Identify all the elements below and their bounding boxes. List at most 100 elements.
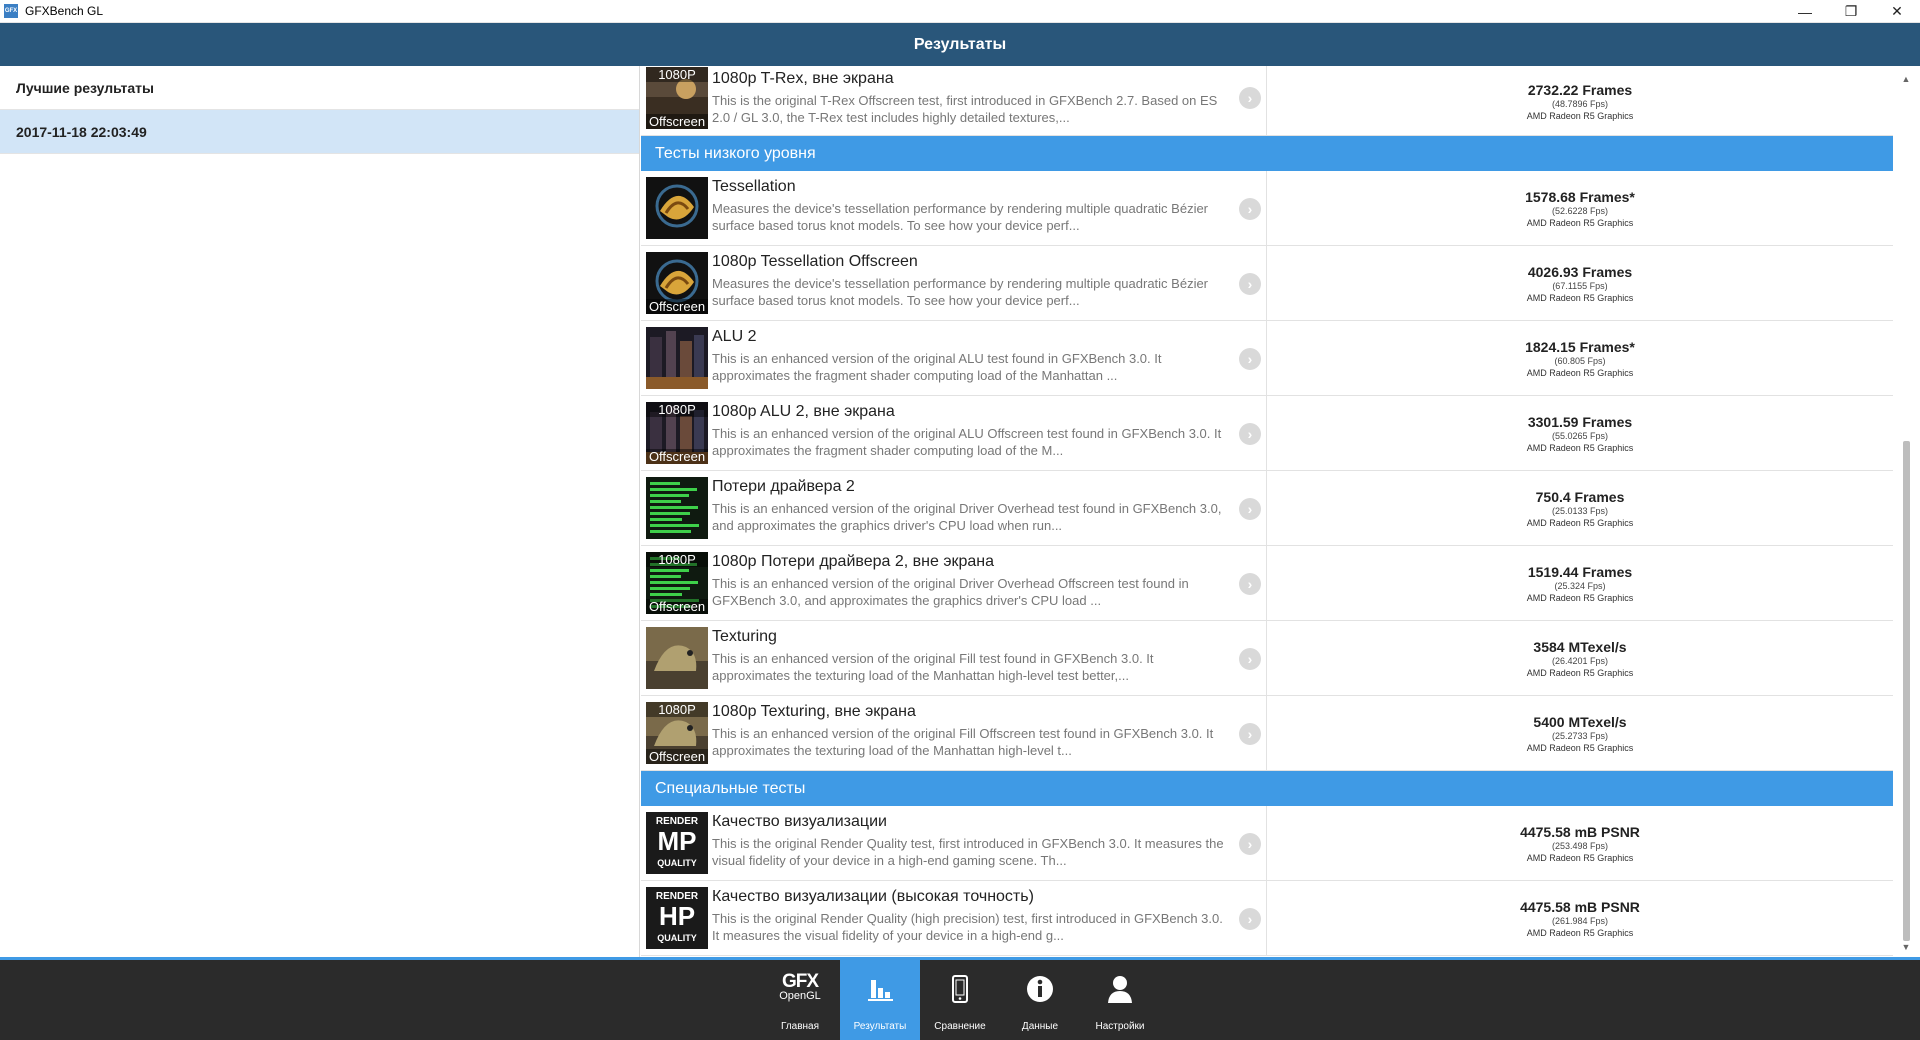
restore-button[interactable]: ❐ [1828, 0, 1874, 23]
chevron-right-icon[interactable]: › [1239, 198, 1261, 220]
test-name: Tessellation [712, 178, 796, 195]
test-name: Качество визуализации (высокая точность) [712, 888, 1034, 905]
result-row[interactable]: RENDER HP QUALITY Качество визуализации (вы… [641, 881, 1893, 956]
test-description: This is an enhanced version of the origi… [712, 426, 1222, 458]
result-row[interactable]: 1080P Offscreen 1080p Texturing, вне экран… [641, 696, 1893, 771]
scroll-up-icon[interactable]: ▲ [1899, 72, 1913, 86]
result-info: 1080P Offscreen 1080p T-Rex, вне экрана … [641, 66, 1267, 135]
result-row[interactable]: ALU 2 This is an enhanced version of the … [641, 321, 1893, 396]
result-row[interactable]: Tessellation Measures the device's tessel… [641, 171, 1893, 246]
fps-value: (253.498 Fps) [1551, 841, 1609, 851]
result-row[interactable]: RENDER MP QUALITY Качество визуализации This… [641, 806, 1893, 881]
test-name: 1080p Texturing, вне экрана [712, 703, 916, 720]
nav-label: Данные [1021, 1021, 1059, 1032]
nav-settings[interactable]: Настройки [1080, 960, 1160, 1040]
result-row[interactable]: Потери драйвера 2 This is an enhanced ver… [641, 471, 1893, 546]
minimize-button[interactable]: — [1782, 0, 1828, 23]
offscreen-tag: Offscreen [646, 449, 708, 464]
results-sidebar: Лучшие результаты 2017-11-18 22:03:49 [0, 66, 640, 960]
phone-icon [920, 974, 1000, 1004]
result-score: 3301.59 Frames (55.0265 Fps) AMD Radeon R5… [1267, 396, 1893, 470]
chevron-right-icon[interactable]: › [1239, 87, 1261, 109]
fps-value: (25.2733 Fps) [1551, 731, 1609, 741]
test-description: This is an enhanced version of the origi… [712, 351, 1162, 383]
tessellation-image-icon [646, 177, 708, 239]
fps-value: (55.0265 Fps) [1551, 431, 1609, 441]
result-score: 4026.93 Frames (67.1155 Fps) AMD Radeon R5… [1267, 246, 1893, 320]
logo-text: GFX [781, 971, 819, 992]
quality-label: QUALITY [657, 858, 697, 868]
result-info: 1080P Offscreen 1080p Texturing, вне экран… [641, 696, 1267, 770]
test-name: 1080p Потери драйвера 2, вне экрана [712, 553, 995, 570]
gpu-name: AMD Radeon R5 Graphics [1526, 218, 1634, 228]
nav-compare[interactable]: Сравнение [920, 960, 1000, 1040]
nav-results[interactable]: Результаты [840, 960, 920, 1040]
score-value: 3301.59 Frames [1527, 414, 1633, 430]
sidebar-item-session[interactable]: 2017-11-18 22:03:49 [0, 110, 639, 154]
nav-info[interactable]: Данные [1000, 960, 1080, 1040]
result-row[interactable]: Texturing This is an enhanced version of … [641, 621, 1893, 696]
quality-label: QUALITY [657, 933, 697, 943]
sidebar-item-label: Лучшие результаты [16, 79, 154, 96]
chevron-right-icon[interactable]: › [1239, 908, 1261, 930]
test-name: Texturing [712, 628, 777, 645]
test-description: Measures the device's tessellation perfo… [712, 201, 1209, 233]
result-score: 2732.22 Frames (48.7896 Fps) AMD Radeon … [1267, 66, 1893, 135]
test-name: 1080p T-Rex, вне экрана [712, 70, 894, 87]
chevron-right-icon[interactable]: › [1239, 348, 1261, 370]
city-image-icon [646, 327, 708, 389]
sections-container: Тесты низкого уровня Tessellation Measures… [641, 136, 1893, 956]
render-mode: MP [657, 826, 697, 856]
chevron-right-icon[interactable]: › [1239, 273, 1261, 295]
result-row[interactable]: Offscreen 1080p Tessellation Offscreen Mea… [641, 246, 1893, 321]
result-row[interactable]: 1080P Offscreen 1080p Потери драйвера 2, в… [641, 546, 1893, 621]
nav-label: Сравнение [934, 1021, 986, 1032]
test-thumbnail: 1080P Offscreen [646, 552, 708, 614]
test-description: Measures the device's tessellation perfo… [712, 276, 1209, 308]
score-value: 2732.22 Frames [1527, 81, 1633, 98]
list-scrollbar[interactable]: ▲ ▼ [1893, 66, 1920, 960]
test-description: This is the original T-Rex Offscreen tes… [712, 93, 1218, 125]
page-header: Результаты [0, 23, 1920, 66]
test-thumbnail: RENDER HP QUALITY [646, 887, 708, 949]
chevron-right-icon[interactable]: › [1239, 723, 1261, 745]
result-row-trex[interactable]: 1080P Offscreen 1080p T-Rex, вне экрана … [641, 66, 1893, 136]
info-icon [1000, 974, 1080, 1004]
result-info: ALU 2 This is an enhanced version of the … [641, 321, 1267, 395]
offscreen-tag: Offscreen [646, 299, 708, 314]
result-row[interactable]: 1080P Offscreen 1080p ALU 2, вне экрана Thi… [641, 396, 1893, 471]
scroll-down-icon[interactable]: ▼ [1899, 940, 1913, 954]
gpu-name: AMD Radeon R5 Graphics [1526, 518, 1634, 528]
scroll-thumb[interactable] [1903, 441, 1910, 941]
gpu-name: AMD Radeon R5 Graphics [1526, 853, 1634, 863]
result-score: 3584 MTexel/s (26.4201 Fps) AMD Radeon R5 … [1267, 621, 1893, 695]
result-score: 1578.68 Frames* (52.6228 Fps) AMD Radeon R… [1267, 171, 1893, 245]
test-description: This is an enhanced version of the origi… [712, 576, 1189, 608]
test-description: This is the original Render Quality (hig… [712, 911, 1223, 943]
sidebar-item-best-results[interactable]: Лучшие результаты [0, 66, 639, 110]
section-header: Тесты низкого уровня [641, 136, 1893, 171]
test-thumbnail: 1080P Offscreen [646, 702, 708, 764]
test-thumbnail [646, 627, 708, 689]
chevron-right-icon[interactable]: › [1239, 498, 1261, 520]
user-icon [1080, 974, 1160, 1004]
chevron-right-icon[interactable]: › [1239, 648, 1261, 670]
close-button[interactable]: ✕ [1874, 0, 1920, 23]
score-value: 1824.15 Frames* [1525, 339, 1635, 355]
result-info: RENDER HP QUALITY Качество визуализации (вы… [641, 881, 1267, 955]
resolution-tag: 1080P [646, 702, 708, 717]
chevron-right-icon[interactable]: › [1239, 423, 1261, 445]
resolution-tag: 1080P [646, 552, 708, 567]
offscreen-tag: Offscreen [646, 599, 708, 614]
score-value: 5400 MTexel/s [1533, 714, 1627, 730]
chevron-right-icon[interactable]: › [1239, 573, 1261, 595]
chevron-right-icon[interactable]: › [1239, 833, 1261, 855]
fps-value: (261.984 Fps) [1551, 916, 1609, 926]
result-info: 1080P Offscreen 1080p ALU 2, вне экрана Thi… [641, 396, 1267, 470]
result-info: Потери драйвера 2 This is an enhanced ver… [641, 471, 1267, 545]
result-info: 1080P Offscreen 1080p Потери драйвера 2, в… [641, 546, 1267, 620]
score-value: 4475.58 mB PSNR [1520, 899, 1640, 915]
result-score: 750.4 Frames (25.0133 Fps) AMD Radeon R5 G… [1267, 471, 1893, 545]
nav-home[interactable]: GFX OpenGL Главная [760, 960, 840, 1040]
result-info: RENDER MP QUALITY Качество визуализации This… [641, 806, 1267, 880]
